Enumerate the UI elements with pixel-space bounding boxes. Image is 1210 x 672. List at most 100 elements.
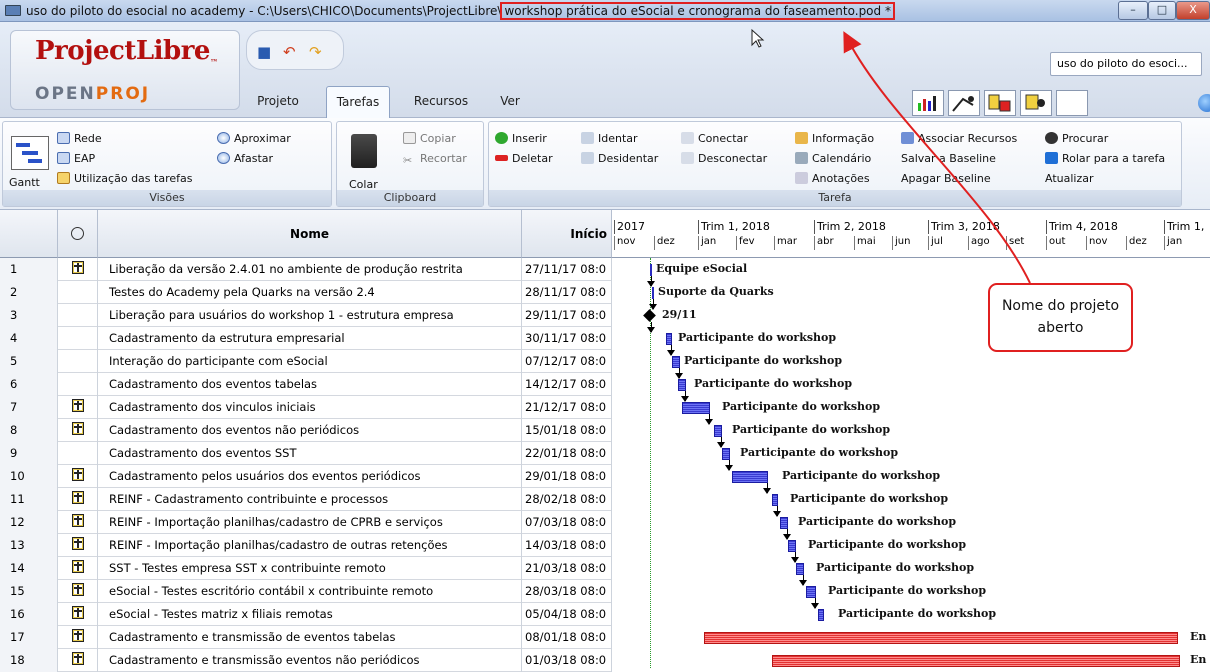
tab-recursos[interactable]: Recursos — [406, 86, 476, 118]
copiar-button[interactable]: Copiar — [403, 132, 456, 145]
task-start[interactable]: 21/03/18 08:0 — [522, 557, 612, 580]
gantt-bar[interactable] — [818, 609, 824, 621]
task-name[interactable]: Cadastramento dos eventos SST — [98, 442, 522, 465]
calendario-button[interactable]: Calendário — [795, 152, 871, 165]
gantt-bar[interactable] — [772, 494, 778, 506]
gantt-bar[interactable] — [732, 471, 768, 483]
table-row[interactable]: 9 Cadastramento dos eventos SST 22/01/18 0… — [0, 442, 612, 465]
tab-projeto[interactable]: Projeto — [250, 86, 306, 118]
gantt-bar[interactable] — [678, 379, 686, 391]
charts-icon[interactable] — [948, 90, 980, 116]
project-combo[interactable]: uso do piloto do esoci... — [1050, 52, 1202, 76]
task-name[interactable]: Cadastramento dos vinculos iniciais — [98, 396, 522, 419]
maximize-button[interactable]: □ — [1148, 1, 1176, 20]
gantt-bar[interactable] — [704, 632, 1178, 644]
eap-button[interactable]: EAP — [57, 152, 95, 165]
task-start[interactable]: 28/11/17 08:0 — [522, 281, 612, 304]
table-row[interactable]: 17 Cadastramento e transmissão de eventos… — [0, 626, 612, 649]
deletar-button[interactable]: Deletar — [495, 152, 553, 165]
tab-ver[interactable]: Ver — [492, 86, 528, 118]
gantt-bar[interactable] — [788, 540, 796, 552]
task-start[interactable]: 07/12/17 08:0 — [522, 350, 612, 373]
gantt-bar[interactable] — [714, 425, 722, 437]
table-row[interactable]: 4 Cadastramento da estrutura empresarial 3… — [0, 327, 612, 350]
header-start[interactable]: Início — [522, 210, 612, 258]
table-row[interactable]: 16 eSocial - Testes matriz x filiais remo… — [0, 603, 612, 626]
task-usage-icon[interactable] — [1020, 90, 1052, 116]
task-start[interactable]: 14/12/17 08:0 — [522, 373, 612, 396]
identar-button[interactable]: Identar — [581, 132, 638, 145]
redo-icon[interactable]: ↷ — [309, 43, 322, 61]
gantt-bar[interactable] — [682, 402, 710, 414]
task-start[interactable]: 01/03/18 08:0 — [522, 649, 612, 672]
task-start[interactable]: 14/03/18 08:0 — [522, 534, 612, 557]
task-name[interactable]: Cadastramento e transmissão de eventos t… — [98, 626, 522, 649]
task-name[interactable]: Testes do Academy pela Quarks na versão … — [98, 281, 522, 304]
salvar-baseline-button[interactable]: Salvar a Baseline — [901, 152, 996, 165]
gantt-bar[interactable] — [722, 448, 730, 460]
table-row[interactable]: 12 REINF - Importação planilhas/cadastro … — [0, 511, 612, 534]
task-name[interactable]: Cadastramento pelos usuários dos eventos… — [98, 465, 522, 488]
gantt-bar[interactable] — [806, 586, 816, 598]
atualizar-button[interactable]: Atualizar — [1045, 172, 1094, 185]
task-start[interactable]: 07/03/18 08:0 — [522, 511, 612, 534]
task-start[interactable]: 21/12/17 08:0 — [522, 396, 612, 419]
task-name[interactable]: SST - Testes empresa SST x contribuinte … — [98, 557, 522, 580]
table-row[interactable]: 2 Testes do Academy pela Quarks na versão… — [0, 281, 612, 304]
gantt-bar[interactable] — [772, 655, 1180, 667]
task-start[interactable]: 28/02/18 08:0 — [522, 488, 612, 511]
task-name[interactable]: Liberação da versão 2.4.01 no ambiente d… — [98, 258, 522, 281]
paste-icon[interactable] — [351, 134, 377, 168]
task-name[interactable]: eSocial - Testes matriz x filiais remota… — [98, 603, 522, 626]
utilizacao-button[interactable]: Utilização das tarefas — [57, 172, 192, 185]
table-row[interactable]: 11 REINF - Cadastramento contribuinte e p… — [0, 488, 612, 511]
task-name[interactable]: REINF - Importação planilhas/cadastro de… — [98, 511, 522, 534]
task-start[interactable]: 30/11/17 08:0 — [522, 327, 612, 350]
gantt-bar[interactable] — [672, 356, 680, 368]
task-start[interactable]: 27/11/17 08:0 — [522, 258, 612, 281]
table-row[interactable]: 14 SST - Testes empresa SST x contribuint… — [0, 557, 612, 580]
task-start[interactable]: 15/01/18 08:0 — [522, 419, 612, 442]
task-start[interactable]: 29/11/17 08:0 — [522, 304, 612, 327]
table-row[interactable]: 8 Cadastramento dos eventos não periódico… — [0, 419, 612, 442]
gantt-bar[interactable] — [652, 287, 654, 299]
rolar-tarefa-button[interactable]: Rolar para a tarefa — [1045, 152, 1165, 165]
table-row[interactable]: 5 Interação do participante com eSocial 07… — [0, 350, 612, 373]
task-start[interactable]: 08/01/18 08:0 — [522, 626, 612, 649]
zoom-in-button[interactable]: Aproximar — [217, 132, 291, 145]
table-row[interactable]: 3 Liberação para usuários do workshop 1 -… — [0, 304, 612, 327]
histogram-icon[interactable] — [912, 90, 944, 116]
table-row[interactable]: 10 Cadastramento pelos usuários dos event… — [0, 465, 612, 488]
close-button[interactable]: X — [1176, 1, 1210, 20]
anotacoes-button[interactable]: Anotações — [795, 172, 870, 185]
rede-button[interactable]: Rede — [57, 132, 102, 145]
gantt-button[interactable]: Gantt — [9, 176, 40, 189]
table-row[interactable]: 18 Cadastramento e transmissão eventos nã… — [0, 649, 612, 672]
blank-view-icon[interactable] — [1056, 90, 1088, 116]
gantt-bar[interactable] — [796, 563, 804, 575]
milestone[interactable] — [643, 309, 656, 322]
undo-icon[interactable]: ↶ — [283, 43, 296, 61]
task-start[interactable]: 28/03/18 08:0 — [522, 580, 612, 603]
conectar-button[interactable]: Conectar — [681, 132, 748, 145]
resource-usage-icon[interactable] — [984, 90, 1016, 116]
task-name[interactable]: REINF - Cadastramento contribuinte e pro… — [98, 488, 522, 511]
task-name[interactable]: REINF - Importação planilhas/cadastro de… — [98, 534, 522, 557]
task-start[interactable]: 22/01/18 08:0 — [522, 442, 612, 465]
inserir-button[interactable]: Inserir — [495, 132, 547, 145]
tab-tarefas[interactable]: Tarefas — [326, 86, 390, 118]
table-row[interactable]: 1 Liberação da versão 2.4.01 no ambiente … — [0, 258, 612, 281]
informacao-button[interactable]: Informação — [795, 132, 874, 145]
task-name[interactable]: eSocial - Testes escritório contábil x c… — [98, 580, 522, 603]
desidentar-button[interactable]: Desidentar — [581, 152, 658, 165]
task-name[interactable]: Cadastramento e transmissão eventos não … — [98, 649, 522, 672]
desconectar-button[interactable]: Desconectar — [681, 152, 767, 165]
procurar-button[interactable]: Procurar — [1045, 132, 1108, 145]
header-name[interactable]: Nome — [98, 210, 522, 258]
task-name[interactable]: Cadastramento dos eventos tabelas — [98, 373, 522, 396]
apagar-baseline-button[interactable]: Apagar Baseline — [901, 172, 991, 185]
recortar-button[interactable]: ✂ Recortar — [403, 152, 467, 167]
save-icon[interactable]: ■ — [257, 43, 271, 61]
task-start[interactable]: 05/04/18 08:0 — [522, 603, 612, 626]
task-name[interactable]: Liberação para usuários do workshop 1 - … — [98, 304, 522, 327]
